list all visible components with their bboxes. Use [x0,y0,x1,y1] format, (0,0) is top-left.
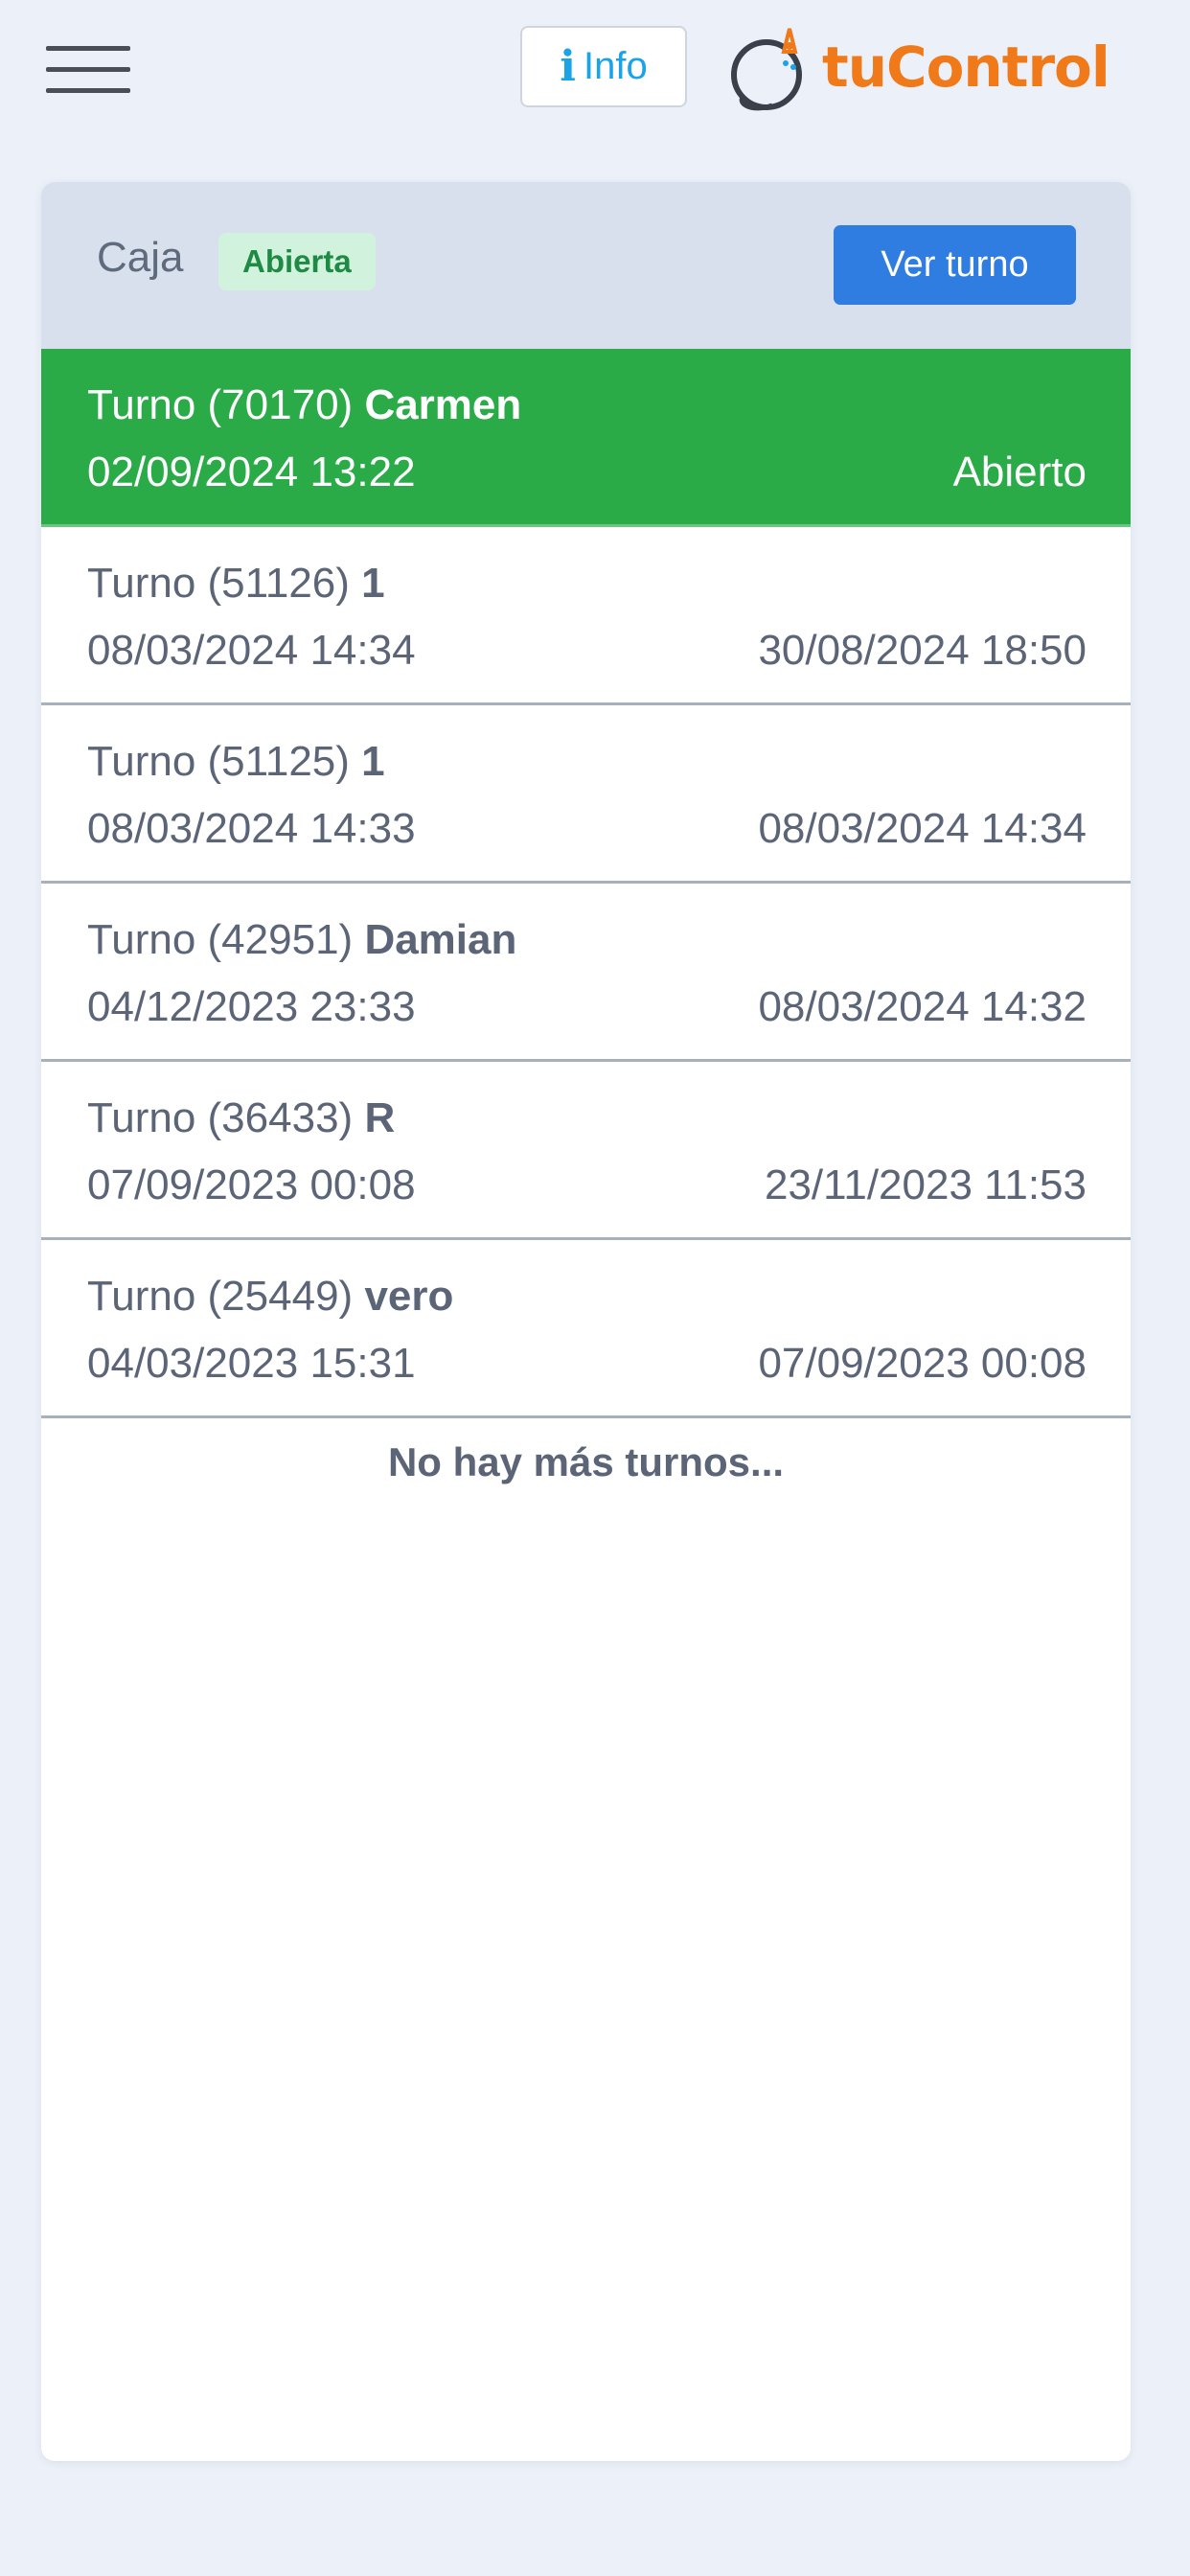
turno-row[interactable]: Turno (51125) 1 08/03/2024 14:33 08/03/2… [41,705,1131,884]
turno-user: 1 [361,560,385,607]
turno-user: Damian [364,916,517,963]
turno-start-date: 04/12/2023 23:33 [87,983,416,1030]
turno-row[interactable]: Turno (51126) 1 08/03/2024 14:34 30/08/2… [41,527,1131,705]
menu-line [46,88,130,93]
turno-id: Turno (25449) [87,1273,354,1320]
turno-title: Turno (51126) 1 [87,560,385,608]
logo-mark-icon [731,28,802,111]
turno-end-date: 08/03/2024 14:32 [758,983,1087,1030]
turno-end-date: 23/11/2023 11:53 [764,1162,1087,1208]
turno-row[interactable]: Turno (25449) vero 04/03/2023 15:31 07/0… [41,1240,1131,1418]
menu-line [46,46,130,51]
turno-user: 1 [361,738,385,785]
status-badge: Abierta [218,233,376,290]
turno-id: Turno (36433) [87,1094,354,1141]
turno-start-date: 08/03/2024 14:34 [87,627,416,674]
turno-end-date: 08/03/2024 14:34 [758,805,1087,852]
turno-row-active[interactable]: Turno (70170) Carmen 02/09/2024 13:22 Ab… [41,349,1131,527]
turno-start-date: 07/09/2023 00:08 [87,1162,416,1208]
turno-id: Turno (51126) [87,560,350,607]
logo-text: tuControl [822,34,1110,100]
caja-header: Caja Abierta Ver turno [41,182,1131,349]
turno-title: Turno (25449) vero [87,1273,453,1321]
tucontrol-logo: tuControl [726,21,1110,117]
hamburger-menu-icon[interactable] [46,38,130,98]
turno-start-date: 02/09/2024 13:22 [87,448,416,495]
turno-user: R [364,1094,396,1141]
turno-row[interactable]: Turno (36433) R 07/09/2023 00:08 23/11/2… [41,1062,1131,1240]
info-button-label: Info [584,45,648,87]
turno-title: Turno (51125) 1 [87,738,385,786]
turno-id: Turno (70170) [87,381,354,428]
turno-end-date: 30/08/2024 18:50 [758,627,1087,674]
turno-end-date: Abierto [952,448,1087,495]
no-more-turnos-text: No hay más turnos... [387,1439,785,1484]
menu-line [46,67,130,72]
turnos-card: Caja Abierta Ver turno Turno (70170) Car… [41,182,1131,2461]
turno-title: Turno (70170) Carmen [87,381,521,429]
turno-start-date: 08/03/2024 14:33 [87,805,416,852]
turno-title: Turno (36433) R [87,1094,395,1142]
turno-start-date: 04/03/2023 15:31 [87,1340,416,1387]
info-button[interactable]: i Info [520,26,687,107]
turno-end-date: 07/09/2023 00:08 [758,1340,1087,1387]
caja-label: Caja [97,234,184,281]
turno-id: Turno (42951) [87,916,354,963]
turno-id: Turno (51125) [87,738,350,785]
turno-row[interactable]: Turno (42951) Damian 04/12/2023 23:33 08… [41,884,1131,1062]
ver-turno-button[interactable]: Ver turno [834,225,1076,305]
info-icon: i [560,42,576,91]
turno-user: vero [364,1273,454,1320]
turno-user: Carmen [364,381,522,428]
turno-title: Turno (42951) Damian [87,916,516,964]
